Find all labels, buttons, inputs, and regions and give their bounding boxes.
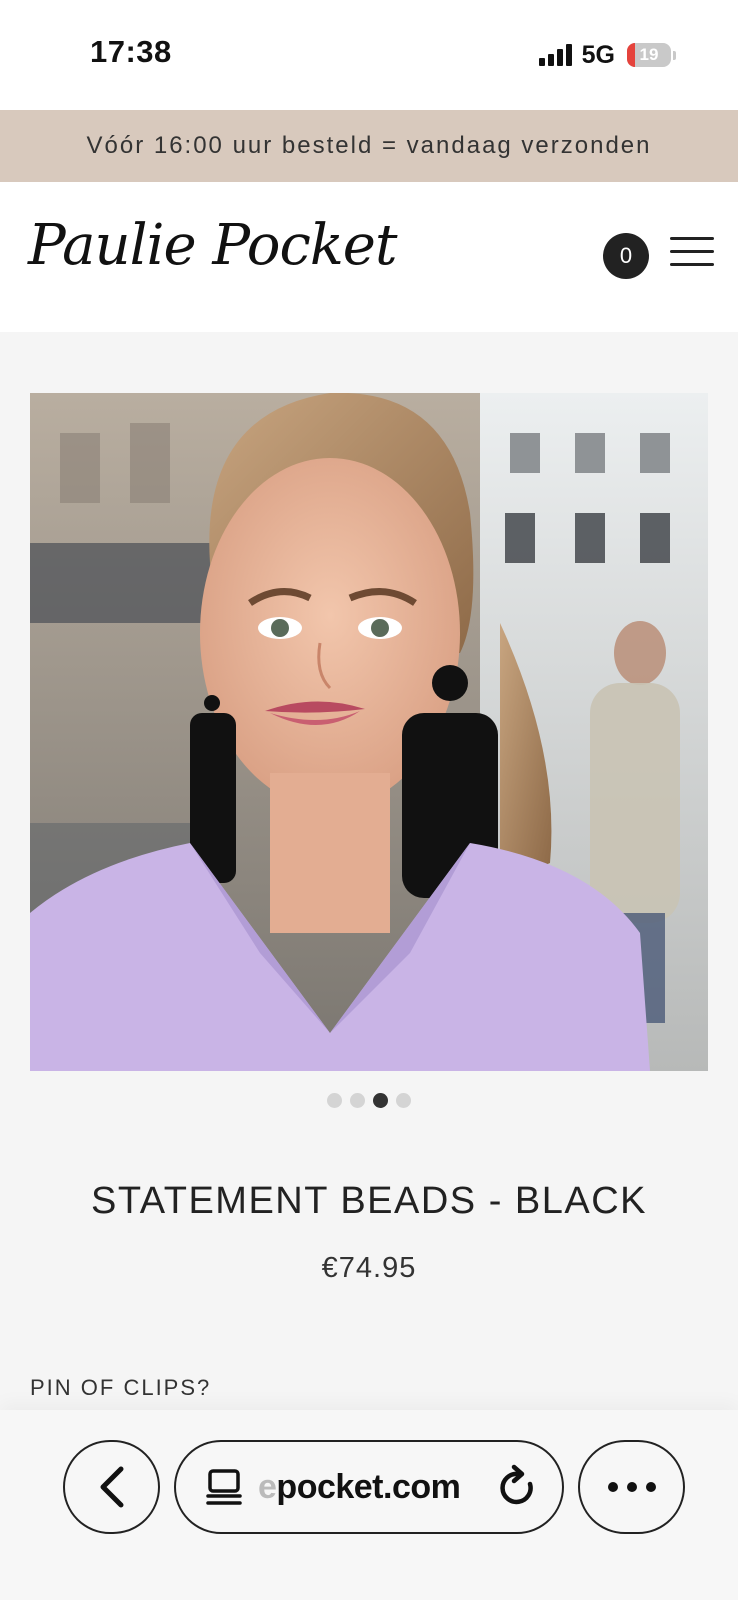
gallery-dot[interactable] bbox=[396, 1093, 411, 1108]
status-bar: 17:38 5G 19 bbox=[0, 0, 738, 110]
status-time: 17:38 bbox=[90, 34, 172, 69]
more-dots-icon bbox=[607, 1482, 656, 1492]
battery-cap bbox=[673, 50, 676, 60]
gallery-dots bbox=[0, 1093, 738, 1108]
battery-percent: 19 bbox=[639, 45, 659, 64]
gallery-dot[interactable] bbox=[327, 1093, 342, 1108]
gallery-dot[interactable] bbox=[373, 1093, 388, 1108]
cart-button[interactable]: 0 bbox=[603, 233, 649, 279]
tabs-icon bbox=[206, 1469, 242, 1505]
option-label: PIN OF CLIPS? bbox=[30, 1375, 212, 1400]
network-type: 5G bbox=[581, 40, 615, 69]
logo[interactable]: Paulie Pocket bbox=[28, 210, 397, 283]
url-domain: pocket.com bbox=[276, 1467, 461, 1506]
chevron-left-icon bbox=[100, 1466, 123, 1508]
back-button[interactable] bbox=[63, 1440, 160, 1534]
product-price: €74.95 bbox=[321, 1252, 417, 1284]
url-prefix: e bbox=[258, 1467, 277, 1506]
product-photo bbox=[30, 393, 708, 1071]
site-header: Paulie Pocket 0 bbox=[0, 182, 738, 332]
battery-icon: 19 bbox=[627, 43, 671, 67]
product-title: STATEMENT BEADS - BLACK bbox=[90, 1180, 648, 1222]
browser-toolbar: epocket.com bbox=[0, 1410, 738, 1600]
more-button[interactable] bbox=[578, 1440, 685, 1534]
address-bar[interactable]: epocket.com bbox=[174, 1440, 564, 1534]
promo-banner: Vóór 16:00 uur besteld = vandaag verzond… bbox=[0, 110, 738, 182]
url-text: epocket.com bbox=[258, 1467, 461, 1507]
gallery-dot[interactable] bbox=[350, 1093, 365, 1108]
reload-icon[interactable] bbox=[496, 1464, 540, 1512]
status-indicators: 5G 19 bbox=[538, 38, 676, 72]
product-image[interactable] bbox=[30, 393, 708, 1071]
hamburger-menu-icon[interactable] bbox=[670, 237, 714, 271]
signal-icon bbox=[538, 44, 572, 66]
